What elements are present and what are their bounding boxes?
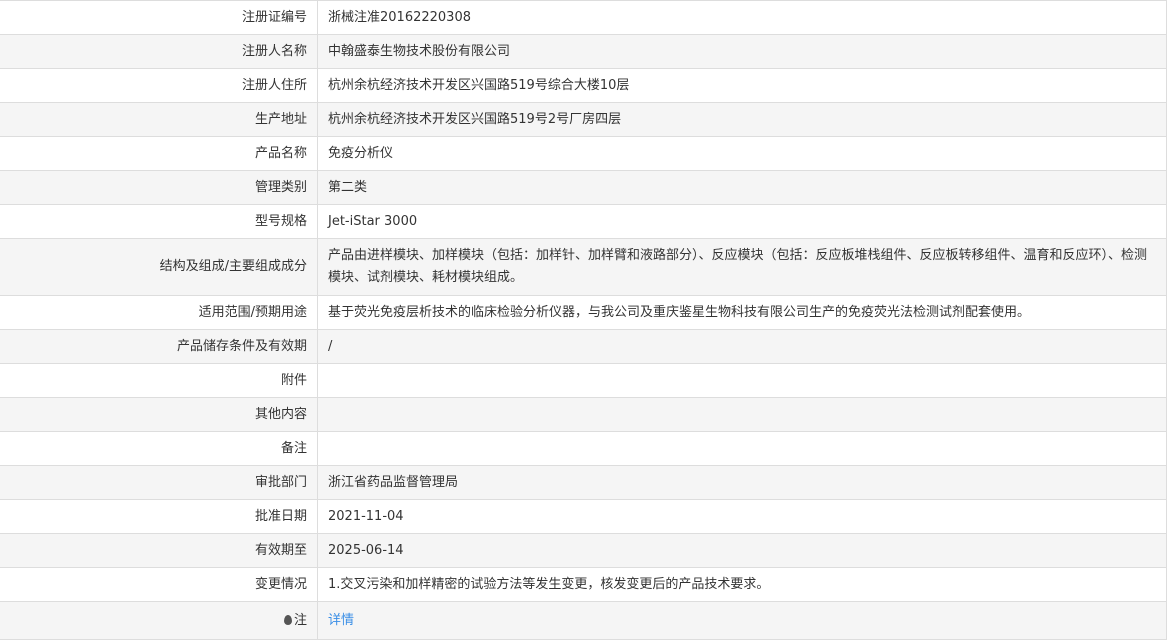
- row-value: [317, 397, 1167, 432]
- note-value: 详情: [317, 601, 1167, 640]
- row-value: [317, 431, 1167, 466]
- table-row: 产品名称 免疫分析仪: [0, 136, 1167, 171]
- row-value: 2025-06-14: [317, 533, 1167, 568]
- row-label: 产品储存条件及有效期: [0, 329, 318, 364]
- row-value: 基于荧光免疫层析技术的临床检验分析仪器，与我公司及重庆鉴星生物科技有限公司生产的…: [317, 295, 1167, 330]
- table-row: 批准日期 2021-11-04: [0, 499, 1167, 534]
- registration-detail-table: 注册证编号 浙械注准20162220308 注册人名称 中翰盛泰生物技术股份有限公司注…: [0, 0, 1167, 640]
- map-pin-icon: [283, 614, 292, 625]
- table-row: 适用范围/预期用途 基于荧光免疫层析技术的临床检验分析仪器，与我公司及重庆鉴星生物…: [0, 295, 1167, 330]
- table-row: 其他内容: [0, 397, 1167, 432]
- row-label: 备注: [0, 431, 318, 466]
- row-label: 注册人住所: [0, 68, 318, 103]
- table-row: 有效期至 2025-06-14: [0, 533, 1167, 568]
- row-label: 批准日期: [0, 499, 318, 534]
- row-value: 1.交叉污染和加样精密的试验方法等发生变更，核发变更后的产品技术要求。: [317, 567, 1167, 602]
- table-row: 注册人住所 杭州余杭经济技术开发区兴国路519号综合大楼10层: [0, 68, 1167, 103]
- row-value: 产品由进样模块、加样模块（包括：加样针、加样臂和液路部分）、反应模块（包括：反应…: [317, 238, 1167, 296]
- row-label: 适用范围/预期用途: [0, 295, 318, 330]
- row-value: 2021-11-04: [317, 499, 1167, 534]
- note-row: 注 详情: [0, 601, 1167, 640]
- table-row: 产品储存条件及有效期 /: [0, 329, 1167, 364]
- row-label: 产品名称: [0, 136, 318, 171]
- row-label: 生产地址: [0, 102, 318, 137]
- note-label-text: 注: [293, 612, 307, 628]
- row-value: 杭州余杭经济技术开发区兴国路519号综合大楼10层: [317, 68, 1167, 103]
- row-value: [317, 363, 1167, 398]
- row-value: 杭州余杭经济技术开发区兴国路519号2号厂房四层: [317, 102, 1167, 137]
- row-label: 有效期至: [0, 533, 318, 568]
- table-row: 注册证编号 浙械注准20162220308: [0, 0, 1167, 35]
- row-value: 中翰盛泰生物技术股份有限公司: [317, 34, 1167, 69]
- table-row: 审批部门 浙江省药品监督管理局: [0, 465, 1167, 500]
- table-row: 注册人名称 中翰盛泰生物技术股份有限公司: [0, 34, 1167, 69]
- row-value: /: [317, 329, 1167, 364]
- table-row: 型号规格 Jet-iStar 3000: [0, 204, 1167, 239]
- table-row: 管理类别 第二类: [0, 170, 1167, 205]
- note-label: 注: [0, 601, 318, 640]
- table-row: 变更情况 1.交叉污染和加样精密的试验方法等发生变更，核发变更后的产品技术要求。: [0, 567, 1167, 602]
- row-value: 第二类: [317, 170, 1167, 205]
- table-row: 生产地址 杭州余杭经济技术开发区兴国路519号2号厂房四层: [0, 102, 1167, 137]
- row-label: 结构及组成/主要组成成分: [0, 238, 318, 296]
- details-link[interactable]: 详情: [328, 613, 354, 628]
- table-row: 附件: [0, 363, 1167, 398]
- row-label: 其他内容: [0, 397, 318, 432]
- row-label: 审批部门: [0, 465, 318, 500]
- row-label: 注册证编号: [0, 0, 318, 35]
- row-value: 免疫分析仪: [317, 136, 1167, 171]
- row-label: 注册人名称: [0, 34, 318, 69]
- table-row: 备注: [0, 431, 1167, 466]
- row-label: 变更情况: [0, 567, 318, 602]
- row-label: 管理类别: [0, 170, 318, 205]
- row-value: 浙械注准20162220308: [317, 0, 1167, 35]
- row-label: 型号规格: [0, 204, 318, 239]
- row-label: 附件: [0, 363, 318, 398]
- table-row: 结构及组成/主要组成成分 产品由进样模块、加样模块（包括：加样针、加样臂和液路部分…: [0, 238, 1167, 296]
- row-value: Jet-iStar 3000: [317, 204, 1167, 239]
- row-value: 浙江省药品监督管理局: [317, 465, 1167, 500]
